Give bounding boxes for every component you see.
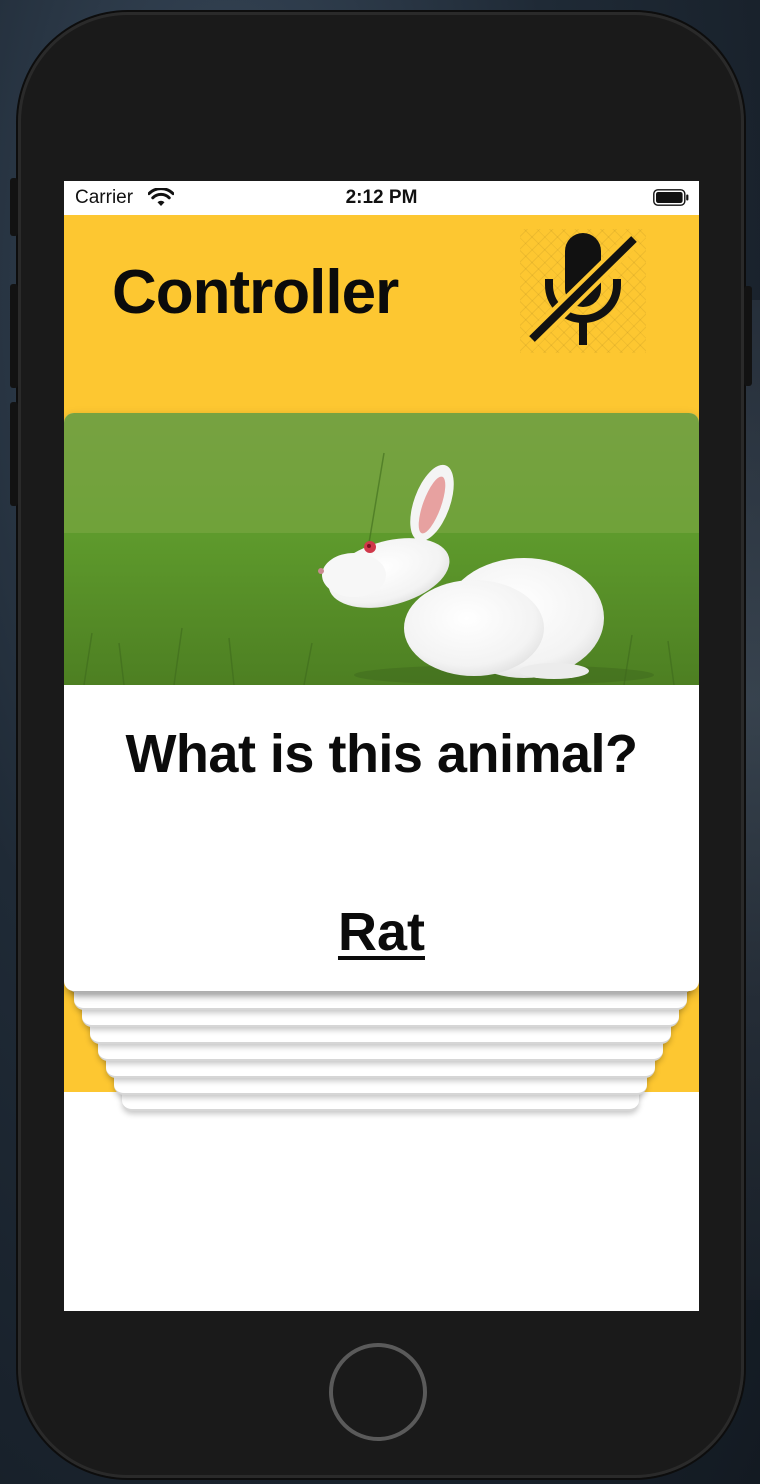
page-title: Controller <box>112 258 399 327</box>
status-bar: Carrier 2:12 PM <box>64 181 699 215</box>
battery-icon <box>653 189 689 206</box>
status-time: 2:12 PM <box>345 187 418 208</box>
flashcard[interactable]: What is this animal? Rat <box>64 413 699 991</box>
animal-image <box>64 413 699 685</box>
microphone-muted-icon[interactable] <box>520 229 646 353</box>
answer-link[interactable]: Rat <box>64 901 699 963</box>
volume-down-button <box>10 402 18 506</box>
home-button[interactable] <box>329 1343 427 1441</box>
question-text: What is this animal? <box>125 724 638 784</box>
mute-switch <box>10 178 18 236</box>
volume-up-button <box>10 284 18 388</box>
app-header: Controller <box>64 215 699 415</box>
device-screen: Carrier 2:12 PM Controller What is this … <box>64 181 699 1311</box>
power-button <box>744 286 752 386</box>
